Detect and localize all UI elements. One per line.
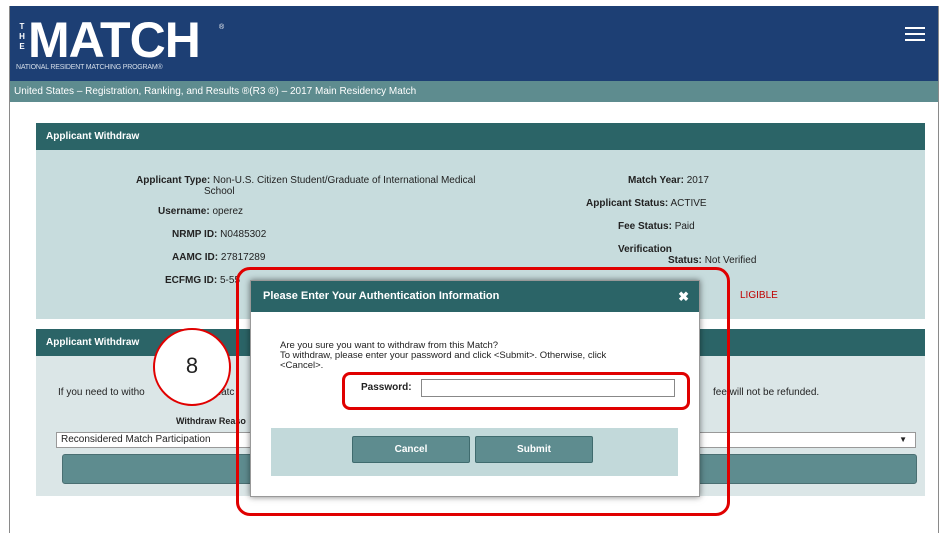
site-header: T H E MATCH ® NATIONAL RESIDENT MATCHING… [10, 6, 938, 81]
nrmp-logo: T H E MATCH ® NATIONAL RESIDENT MATCHING… [16, 14, 256, 76]
logo-registered-mark: ® [219, 24, 225, 31]
eligibility-status: LIGIBLE [740, 290, 778, 301]
applicant-type-cont: School [204, 186, 235, 197]
panel-title: Applicant Withdraw [36, 123, 925, 150]
logo-the: T H E [19, 22, 25, 51]
verification-status-row: Status: Not Verified [668, 255, 757, 266]
hamburger-icon[interactable] [905, 27, 925, 41]
dropdown-arrow-icon: ▼ [899, 435, 907, 444]
ecfmg-id-row: ECFMG ID: 5-55 [165, 275, 241, 286]
verification-label: Verification [618, 244, 672, 255]
aamc-id-row: AAMC ID: 27817289 [172, 252, 266, 263]
match-year-row: Match Year: 2017 [628, 175, 709, 186]
applicant-status-row: Applicant Status: ACTIVE [586, 198, 707, 209]
logo-subtitle: NATIONAL RESIDENT MATCHING PROGRAM® [16, 64, 163, 71]
breadcrumb-bar: United States – Registration, Ranking, a… [10, 81, 938, 102]
fee-status-row: Fee Status: Paid [618, 221, 695, 232]
step-callout: 8 [153, 328, 231, 406]
logo-text: MATCH [28, 12, 201, 68]
username-row: Username: operez [158, 206, 244, 217]
annotation-password-highlight [342, 372, 690, 410]
nrmp-id-row: NRMP ID: N0485302 [172, 229, 267, 240]
applicant-type-row: Applicant Type: Non-U.S. Citizen Student… [136, 175, 476, 186]
